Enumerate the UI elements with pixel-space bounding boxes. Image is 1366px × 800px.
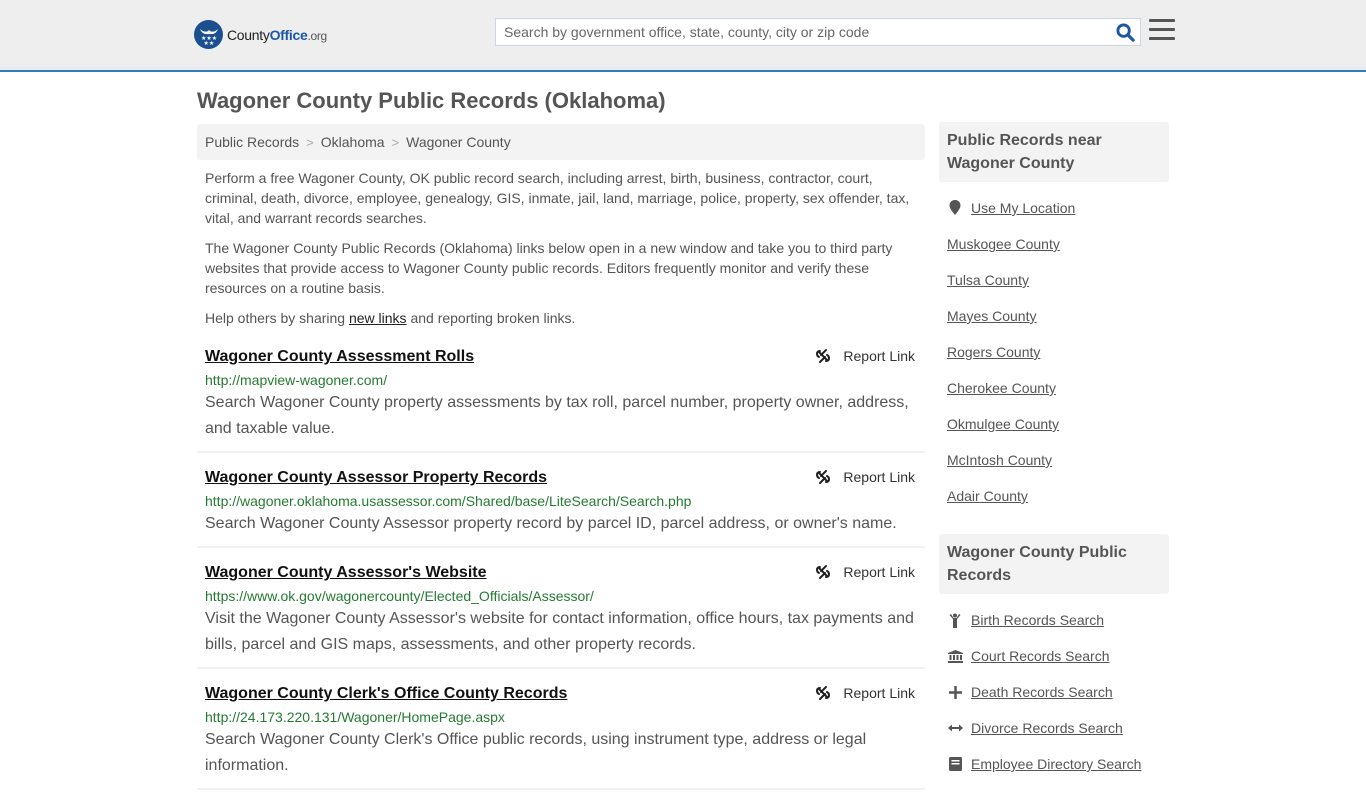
death-records-item: Death Records Search — [947, 674, 1161, 710]
logo-wordmark: CountyOffice.org — [227, 27, 327, 43]
logo-office: Office — [269, 26, 308, 43]
record-title-link[interactable]: Wagoner County Clerk's Office County Rec… — [205, 683, 567, 705]
nearby-county-link[interactable]: Adair County — [947, 488, 1028, 504]
death-records-link[interactable]: Death Records Search — [971, 684, 1113, 700]
record-item: Wagoner County Assessor Property Records… — [197, 463, 925, 548]
employee-directory-item: Employee Directory Search — [947, 746, 1161, 782]
nearby-county-item: Cherokee County — [947, 370, 1161, 406]
nearby-county-link[interactable]: Muskogee County — [947, 236, 1060, 252]
record-title-link[interactable]: Wagoner County Assessor Property Records — [205, 467, 547, 489]
nearby-county-item: Tulsa County — [947, 262, 1161, 298]
breadcrumb: Public Records > Oklahoma > Wagoner Coun… — [197, 124, 925, 160]
new-links-link[interactable]: new links — [349, 310, 407, 326]
nearby-county-link[interactable]: Mayes County — [947, 308, 1036, 324]
county-records-heading: Wagoner County Public Records — [939, 534, 1169, 594]
nearby-county-link[interactable]: Okmulgee County — [947, 416, 1059, 432]
broken-link-icon — [816, 470, 831, 484]
menu-bar — [1149, 19, 1175, 22]
record-description: Search Wagoner County property assessmen… — [205, 394, 909, 437]
intro-paragraph: Perform a free Wagoner County, OK public… — [205, 170, 910, 226]
breadcrumb-separator: > — [306, 134, 314, 150]
main-content: Public Records > Oklahoma > Wagoner Coun… — [197, 124, 925, 800]
courthouse-icon — [947, 649, 963, 663]
report-link-button[interactable]: Report Link — [815, 564, 915, 580]
nearby-county-item: Muskogee County — [947, 226, 1161, 262]
map-marker-icon — [947, 200, 963, 216]
nearby-county-link[interactable]: McIntosh County — [947, 452, 1052, 468]
broken-link-icon — [816, 565, 831, 579]
share-text: Help others by sharing — [205, 310, 349, 326]
broken-link-icon — [816, 686, 831, 700]
report-link-button[interactable]: Report Link — [815, 469, 915, 485]
plus-icon — [947, 685, 963, 699]
share-links-paragraph: Help others by sharing new links and rep… — [205, 308, 917, 328]
record-url[interactable]: http://wagoner.oklahoma.usassessor.com/S… — [205, 491, 917, 511]
nearby-county-item: Mayes County — [947, 298, 1161, 334]
report-link-label: Report Link — [843, 469, 915, 485]
logo-name: County — [227, 26, 270, 43]
record-item: Wagoner County Clerk's Office County Rec… — [197, 679, 925, 790]
id-card-icon — [947, 757, 963, 771]
record-title-link[interactable]: Wagoner County Assessor's Website — [205, 562, 487, 584]
record-description: Visit the Wagoner County Assessor's webs… — [205, 610, 914, 653]
report-link-label: Report Link — [843, 564, 915, 580]
svg-text:★★: ★★ — [203, 40, 214, 46]
breadcrumb-separator: > — [391, 134, 400, 150]
breadcrumb-public-records[interactable]: Public Records — [205, 134, 299, 150]
search-icon — [1115, 22, 1135, 42]
nearby-county-link[interactable]: Rogers County — [947, 344, 1040, 360]
site-logo[interactable]: ★★★ ★★ CountyOffice.org — [194, 20, 327, 49]
nearby-county-item: McIntosh County — [947, 442, 1161, 478]
court-records-link[interactable]: Court Records Search — [971, 648, 1110, 664]
breadcrumb-oklahoma[interactable]: Oklahoma — [321, 134, 385, 150]
search-button[interactable] — [1110, 19, 1140, 45]
search-input[interactable] — [496, 19, 1110, 45]
page-title: Wagoner County Public Records (Oklahoma) — [197, 88, 666, 113]
report-link-button[interactable]: Report Link — [815, 685, 915, 701]
search-bar — [495, 18, 1141, 46]
county-records-list: Birth Records Search Court Records Searc… — [939, 594, 1169, 782]
eagle-stars-logo-icon: ★★★ ★★ — [194, 20, 223, 49]
employee-directory-link[interactable]: Employee Directory Search — [971, 756, 1141, 772]
logo-tld: .org — [307, 28, 327, 43]
record-url[interactable]: https://www.ok.gov/wagonercounty/Elected… — [205, 586, 917, 606]
site-header: ★★★ ★★ CountyOffice.org — [0, 0, 1366, 72]
divorce-records-item: Divorce Records Search — [947, 710, 1161, 746]
record-item: Wagoner County Assessor's Website Report… — [197, 558, 925, 669]
nearby-counties-list: Use My Location Muskogee County Tulsa Co… — [939, 182, 1169, 514]
arrows-horizontal-icon — [947, 723, 963, 733]
use-my-location-link[interactable]: Use My Location — [971, 200, 1075, 216]
court-records-item: Court Records Search — [947, 638, 1161, 674]
divorce-records-link[interactable]: Divorce Records Search — [971, 720, 1123, 736]
nearby-records-heading: Public Records near Wagoner County — [939, 122, 1169, 182]
nearby-county-link[interactable]: Tulsa County — [947, 272, 1029, 288]
nearby-county-link[interactable]: Cherokee County — [947, 380, 1056, 396]
birth-records-link[interactable]: Birth Records Search — [971, 612, 1104, 628]
record-title-link[interactable]: Wagoner County Assessment Rolls — [205, 346, 474, 368]
nearby-county-item: Okmulgee County — [947, 406, 1161, 442]
breadcrumb-wagoner-county[interactable]: Wagoner County — [406, 134, 511, 150]
nearby-county-item: Adair County — [947, 478, 1161, 514]
menu-bar — [1149, 37, 1175, 40]
use-my-location-item: Use My Location — [947, 190, 1161, 226]
birth-records-item: Birth Records Search — [947, 602, 1161, 638]
nearby-county-item: Rogers County — [947, 334, 1161, 370]
record-item: Wagoner County Assessment Rolls Report L… — [197, 342, 925, 453]
intro-text: Perform a free Wagoner County, OK public… — [197, 160, 925, 328]
report-link-button[interactable]: Report Link — [815, 348, 915, 364]
sidebar: Public Records near Wagoner County Use M… — [939, 122, 1169, 782]
menu-bar — [1149, 28, 1175, 31]
record-url[interactable]: http://24.173.220.131/Wagoner/HomePage.a… — [205, 707, 917, 727]
record-url[interactable]: http://mapview-wagoner.com/ — [205, 370, 917, 390]
report-link-label: Report Link — [843, 348, 915, 364]
records-list: Wagoner County Assessment Rolls Report L… — [197, 342, 925, 790]
broken-link-icon — [816, 349, 831, 363]
intro-paragraph: The Wagoner County Public Records (Oklah… — [205, 240, 893, 296]
child-icon — [947, 613, 963, 628]
record-description: Search Wagoner County Assessor property … — [205, 515, 897, 532]
hamburger-menu-icon[interactable] — [1149, 19, 1175, 43]
share-text: and reporting broken links. — [406, 310, 576, 326]
report-link-label: Report Link — [843, 685, 915, 701]
record-description: Search Wagoner County Clerk's Office pub… — [205, 731, 867, 774]
